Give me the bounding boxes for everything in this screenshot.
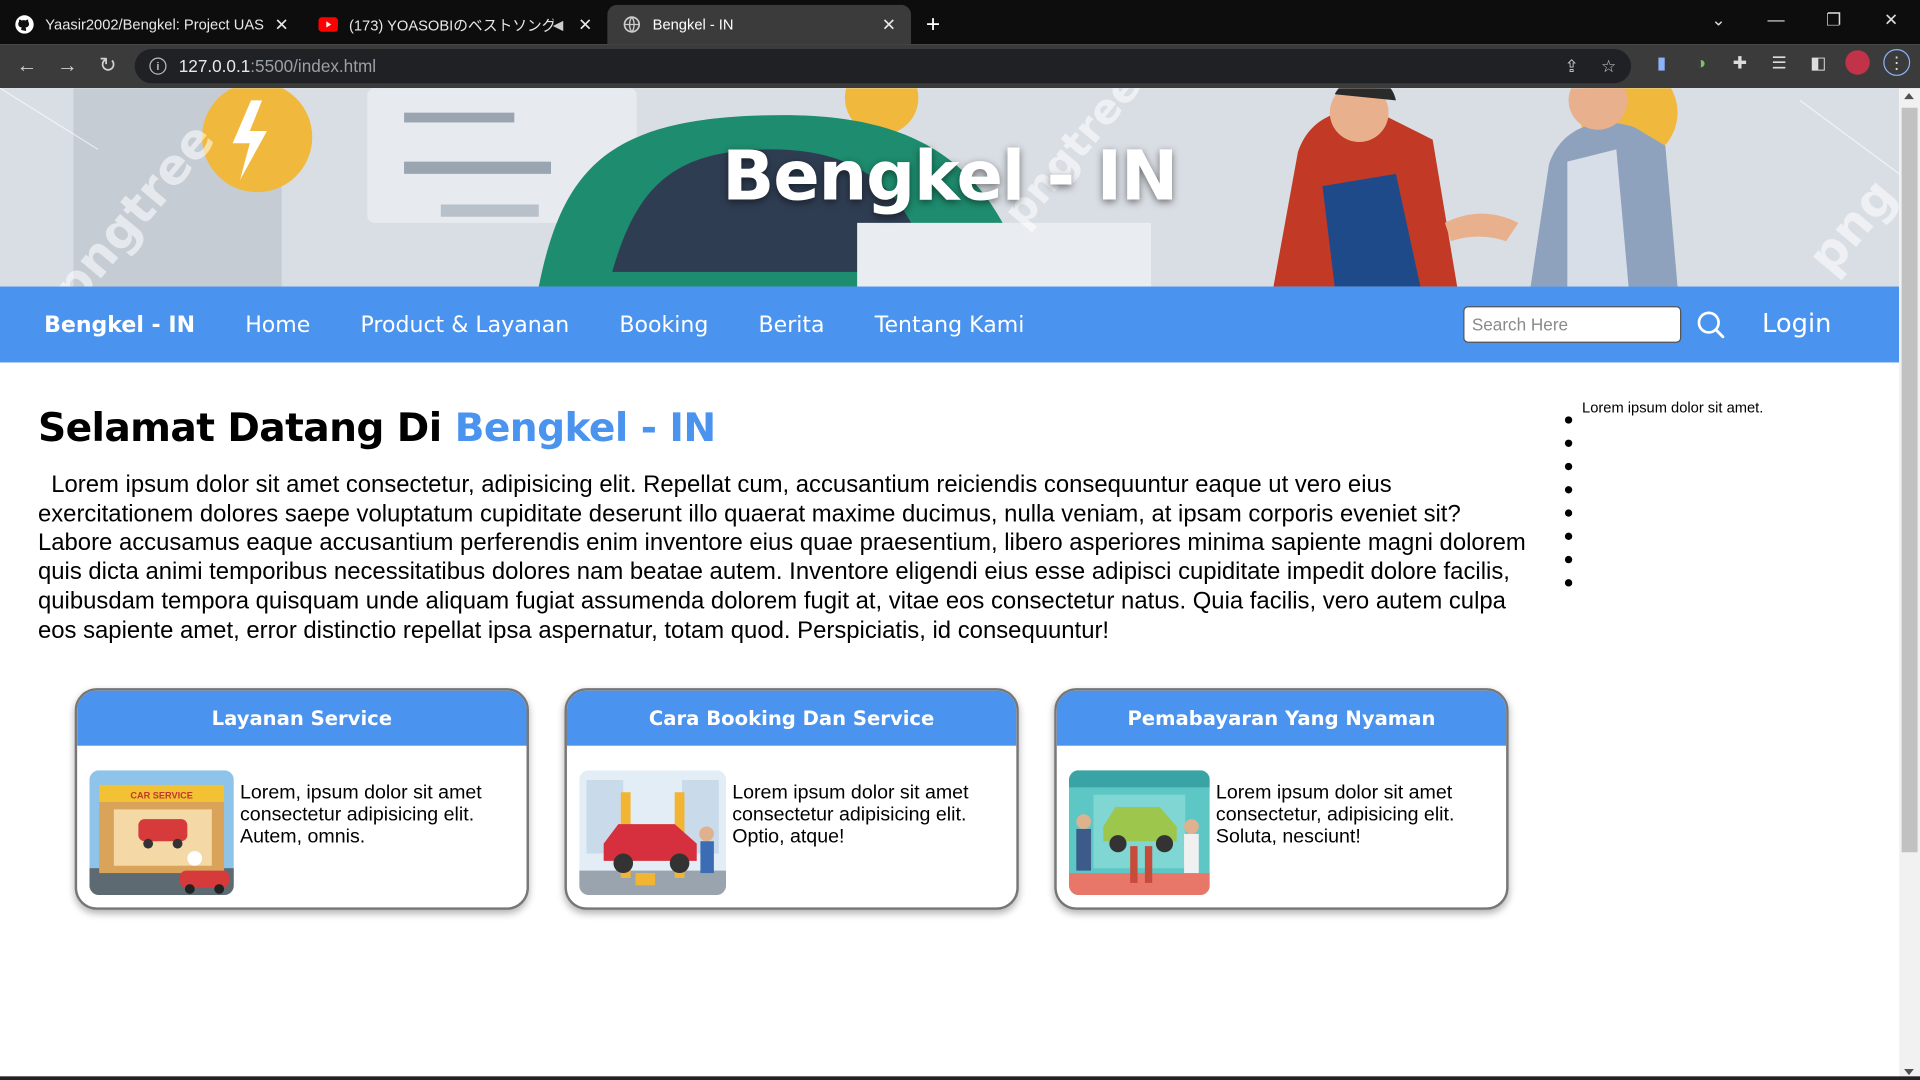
card-layanan-service[interactable]: Layanan Service CAR SERVICE Lorem, ipsum… — [74, 688, 529, 910]
browser-toolbar: ← → ↻ i 127.0.0.1:5500/index.html ⇪ ☆ ▮ … — [0, 44, 1920, 89]
sidebar-bullet — [1564, 486, 1573, 494]
github-icon — [15, 15, 35, 35]
intro-paragraph: Lorem ipsum dolor sit amet consectetur, … — [37, 471, 1533, 644]
side-panel-icon[interactable]: ◧ — [1805, 49, 1832, 76]
close-tab-icon[interactable]: ✕ — [272, 15, 292, 35]
scroll-up-arrow-icon[interactable] — [1904, 93, 1914, 100]
hero-banner: pngtree pngtree png Bengkel - IN — [0, 88, 1900, 287]
tab-title: Bengkel - IN — [652, 15, 734, 34]
forward-icon[interactable]: → — [48, 49, 87, 83]
sidebar-bullet — [1564, 532, 1573, 541]
url-text: 127.0.0.1:5500/index.html — [178, 56, 377, 76]
scrollbar-thumb[interactable] — [1901, 107, 1918, 853]
sidebar-bullet — [1564, 509, 1573, 517]
sidebar-text: Lorem ipsum dolor sit amet. — [1582, 399, 1764, 417]
sidebar-bullet — [1564, 416, 1573, 424]
extension-docs-icon[interactable]: ▮ — [1648, 49, 1675, 76]
youtube-icon — [318, 15, 338, 35]
browser-tab-youtube[interactable]: (173) YOASOBIのベストソング - ◀︎ ✕ — [304, 5, 608, 44]
sidebar-bullet — [1564, 555, 1573, 564]
window-bottom-edge — [0, 1076, 1920, 1080]
card-pembayaran[interactable]: Pemabayaran Yang Nyaman Lorem ipsum dolo… — [1054, 688, 1509, 910]
globe-icon — [622, 15, 642, 35]
card-title: Cara Booking Dan Service — [566, 690, 1017, 746]
media-control-icon[interactable]: ☰ — [1766, 49, 1793, 76]
browser-menu-icon[interactable]: ⋮ — [1883, 48, 1911, 76]
page-viewport: pngtree pngtree png Bengkel - IN Bengkel… — [0, 88, 1900, 1080]
scroll-down-arrow-icon[interactable] — [1904, 1068, 1914, 1076]
car-service-image: CAR SERVICE — [89, 770, 234, 896]
nav-link-tentang-kami[interactable]: Tentang Kami — [875, 312, 1025, 338]
welcome-heading-highlight: Bengkel - IN — [454, 404, 717, 451]
minimize-icon[interactable]: — — [1747, 0, 1805, 39]
nav-link-berita[interactable]: Berita — [759, 312, 825, 338]
card-text: Lorem, ipsum dolor sit amet consectetur … — [240, 782, 482, 848]
card-cara-booking[interactable]: Cara Booking Dan Service Lorem ipsum dol… — [564, 688, 1019, 910]
hero-title: Bengkel - IN — [722, 137, 1178, 217]
close-window-icon[interactable]: ✕ — [1862, 0, 1920, 39]
extension-colorful-icon[interactable]: ◑ — [1687, 49, 1714, 76]
login-link[interactable]: Login — [1762, 309, 1831, 338]
sidebar-bullet — [1564, 579, 1573, 587]
speaker-mute-icon[interactable]: ◀︎ — [553, 17, 563, 33]
mechanic-image — [1068, 770, 1210, 896]
card-title: Layanan Service — [77, 690, 527, 746]
window-controls: ⌄ — ❐ ✕ — [1690, 0, 1920, 39]
card-text: Lorem ipsum dolor sit amet consectetur, … — [1215, 782, 1455, 848]
share-icon[interactable]: ⇪ — [1565, 56, 1579, 77]
tab-title: Yaasir2002/Bengkel: Project UAS — [45, 15, 264, 34]
sidebar-bullet — [1564, 462, 1573, 471]
search-icon[interactable] — [1696, 310, 1725, 339]
card-title: Pemabayaran Yang Nyaman — [1056, 690, 1507, 746]
restore-icon[interactable]: ❐ — [1805, 0, 1863, 39]
nav-link-booking[interactable]: Booking — [619, 312, 708, 338]
close-tab-icon[interactable]: ✕ — [879, 15, 899, 35]
profile-avatar[interactable] — [1844, 49, 1871, 76]
extensions-puzzle-icon[interactable]: ✚ — [1727, 49, 1754, 76]
reload-icon[interactable]: ↻ — [88, 49, 127, 83]
main-navbar: Bengkel - IN Home Product & Layanan Book… — [0, 286, 1900, 363]
extensions-area: ▮ ◑ ✚ ☰ ◧ ⋮ — [1648, 48, 1911, 76]
sidebar-bullet — [1564, 439, 1573, 447]
browser-tab-github[interactable]: Yaasir2002/Bengkel: Project UAS ✕ — [0, 5, 304, 44]
site-info-icon[interactable]: i — [149, 57, 167, 75]
welcome-heading: Selamat Datang Di Bengkel - IN — [37, 404, 717, 451]
address-bar[interactable]: i 127.0.0.1:5500/index.html ⇪ ☆ — [134, 48, 1632, 84]
nav-brand[interactable]: Bengkel - IN — [44, 312, 195, 338]
car-lift-image — [579, 770, 727, 896]
car-service-sign: CAR SERVICE — [130, 790, 193, 800]
tab-search-icon[interactable]: ⌄ — [1690, 0, 1748, 39]
browser-tab-bengkel[interactable]: Bengkel - IN ✕ — [607, 4, 912, 45]
search-input[interactable] — [1463, 306, 1682, 343]
new-tab-button[interactable]: + — [911, 5, 955, 44]
card-text: Lorem ipsum dolor sit amet consectetur a… — [732, 782, 969, 848]
browser-tab-strip: Yaasir2002/Bengkel: Project UAS ✕ (173) … — [0, 0, 1920, 45]
close-tab-icon[interactable]: ✕ — [576, 15, 596, 35]
back-icon[interactable]: ← — [7, 49, 46, 83]
tab-title: (173) YOASOBIのベストソング - — [348, 16, 553, 34]
page-scrollbar[interactable] — [1899, 88, 1920, 1080]
nav-link-home[interactable]: Home — [245, 312, 310, 338]
nav-link-product-layanan[interactable]: Product & Layanan — [361, 312, 570, 338]
bookmark-star-icon[interactable]: ☆ — [1601, 56, 1616, 77]
